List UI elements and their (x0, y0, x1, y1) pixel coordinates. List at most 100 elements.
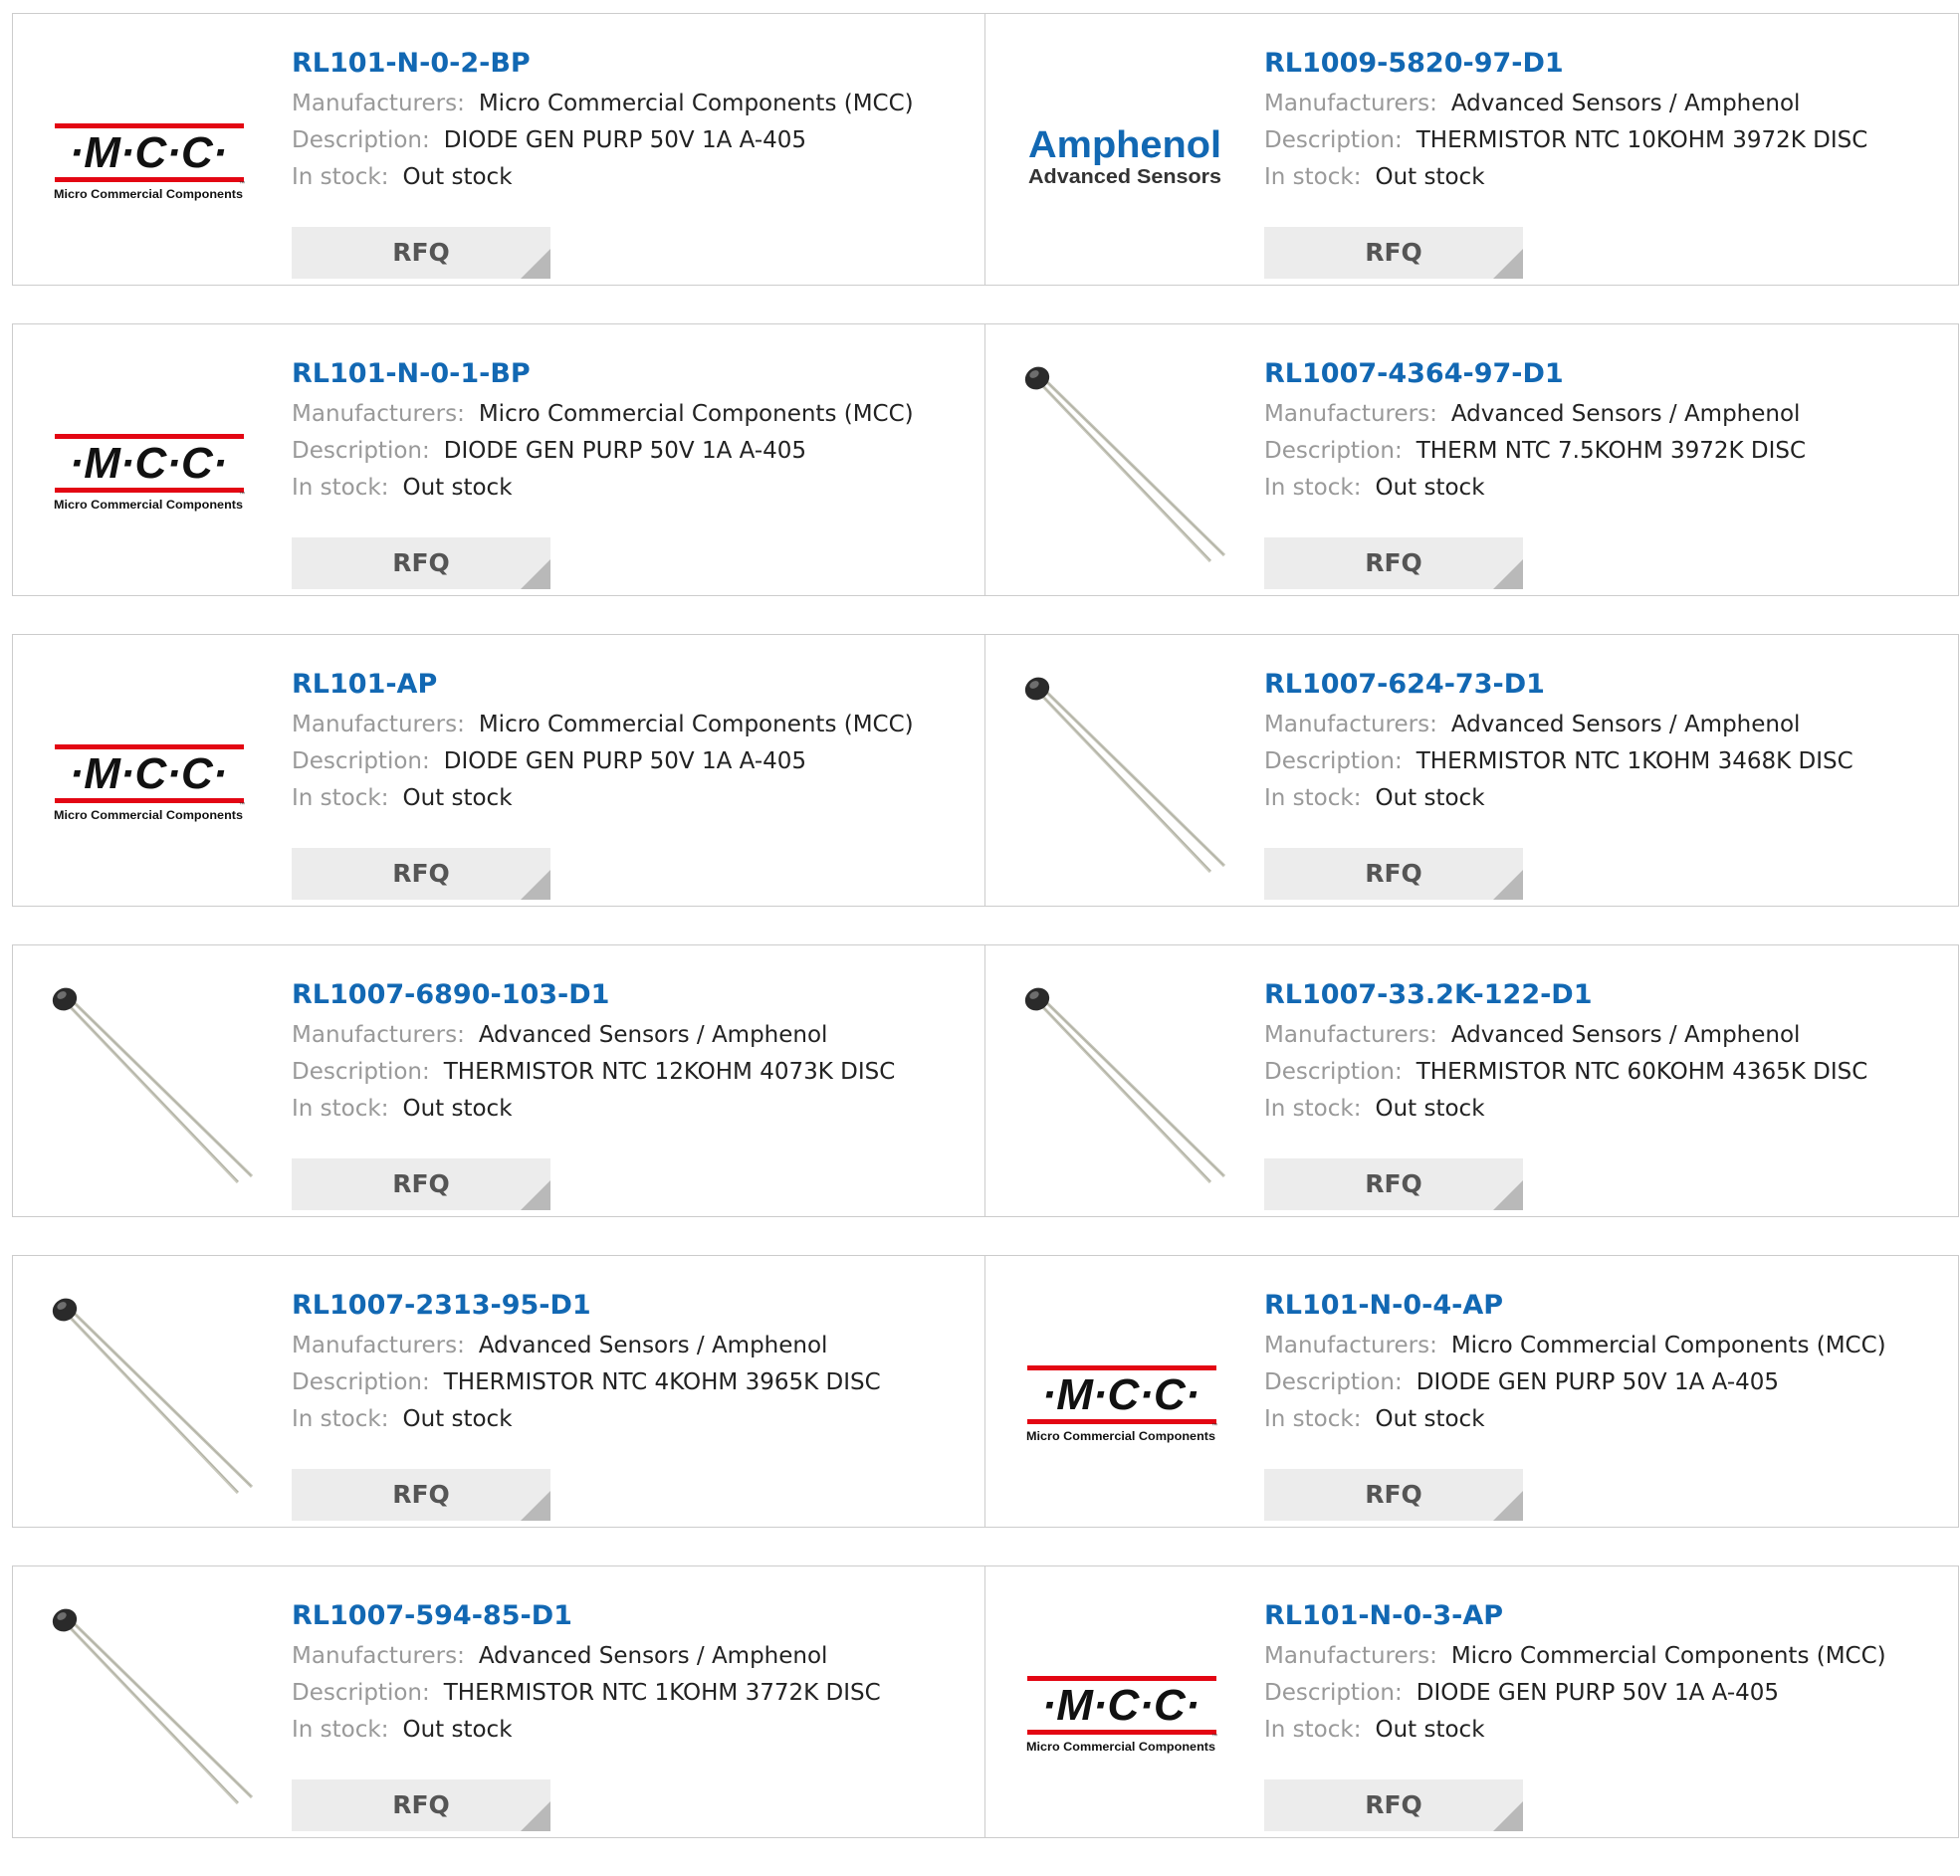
manufacturer-label: Manufacturers: (1264, 1643, 1437, 1669)
svg-text:·M·C·C·: ·M·C·C· (70, 749, 228, 798)
corner-triangle-icon (521, 249, 550, 279)
stock-status: In stock: Out stock (1264, 159, 1938, 196)
description: Description: THERMISTOR NTC 10KOHM 3972K … (1264, 122, 1938, 159)
stock-status: In stock: Out stock (292, 780, 965, 817)
rfq-button-label: RFQ (1365, 1169, 1422, 1198)
rfq-button[interactable]: RFQ (292, 1469, 550, 1521)
manufacturer-value: Advanced Sensors / Amphenol (1450, 712, 1801, 737)
rfq-button[interactable]: RFQ (292, 227, 550, 279)
part-number-link[interactable]: RL101-AP (292, 663, 965, 707)
rfq-button[interactable]: RFQ (292, 537, 550, 589)
part-number-link[interactable]: RL1007-594-85-D1 (292, 1594, 965, 1638)
description: Description: THERMISTOR NTC 4KOHM 3965K D… (292, 1364, 965, 1401)
stock-status-value: Out stock (402, 785, 513, 811)
product-image[interactable] (51, 985, 254, 1188)
manufacturer-value: Micro Commercial Components (MCC) (478, 91, 914, 116)
manufacturer-value: Advanced Sensors / Amphenol (478, 1333, 828, 1358)
corner-triangle-icon (1493, 1491, 1523, 1521)
product-info: RL1007-6890-103-D1 Manufacturers: Advanced… (292, 973, 965, 1210)
rfq-button[interactable]: RFQ (1264, 1779, 1523, 1831)
part-number-link[interactable]: RL1007-6890-103-D1 (292, 973, 965, 1017)
part-number-link[interactable]: RL1007-2313-95-D1 (292, 1284, 965, 1328)
product-card: RL1007-624-73-D1 Manufacturers: Advanced S… (985, 634, 1959, 907)
rfq-button[interactable]: RFQ (292, 848, 550, 900)
description-label: Description: (292, 1369, 430, 1395)
stock-status-label: In stock: (1264, 164, 1362, 190)
corner-triangle-icon (1493, 249, 1523, 279)
description-value: DIODE GEN PURP 50V 1A A-405 (1416, 1369, 1780, 1395)
description-label: Description: (1264, 438, 1403, 464)
mcc-logo-icon: ·M·C·C· ™ Micro Commercial Components (54, 434, 245, 512)
stock-status: In stock: Out stock (1264, 780, 1938, 817)
product-image[interactable]: ·M·C·C· ™ Micro Commercial Components (1023, 1296, 1226, 1499)
product-row: ·M·C·C· ™ Micro Commercial Components RL… (12, 634, 1960, 907)
product-image[interactable]: ·M·C·C· ™ Micro Commercial Components (51, 675, 254, 878)
part-number-link[interactable]: RL101-N-0-3-AP (1264, 1594, 1938, 1638)
description-value: THERMISTOR NTC 1KOHM 3468K DISC (1416, 748, 1853, 774)
description-label: Description: (292, 748, 430, 774)
description: Description: THERMISTOR NTC 12KOHM 4073K … (292, 1054, 965, 1091)
rfq-button-label: RFQ (1365, 238, 1422, 267)
product-card: RL1007-594-85-D1 Manufacturers: Advanced S… (12, 1565, 985, 1838)
stock-status: In stock: Out stock (1264, 1091, 1938, 1128)
product-image[interactable] (51, 1296, 254, 1499)
description: Description: THERMISTOR NTC 1KOHM 3772K D… (292, 1675, 965, 1712)
part-number-link[interactable]: RL1007-4364-97-D1 (1264, 352, 1938, 396)
product-image[interactable] (1023, 364, 1226, 567)
part-number-link[interactable]: RL1007-624-73-D1 (1264, 663, 1938, 707)
rfq-button[interactable]: RFQ (1264, 848, 1523, 900)
stock-status-label: In stock: (1264, 475, 1362, 501)
stock-status-value: Out stock (402, 164, 513, 190)
product-image[interactable] (51, 1606, 254, 1809)
rfq-button[interactable]: RFQ (292, 1779, 550, 1831)
rfq-button[interactable]: RFQ (1264, 537, 1523, 589)
rfq-button-label: RFQ (1365, 1790, 1422, 1819)
corner-triangle-icon (521, 1801, 550, 1831)
description: Description: DIODE GEN PURP 50V 1A A-405 (292, 122, 965, 159)
product-image[interactable] (1023, 675, 1226, 878)
rfq-button-label: RFQ (1365, 548, 1422, 577)
rfq-button[interactable]: RFQ (1264, 227, 1523, 279)
part-number-link[interactable]: RL101-N-0-2-BP (292, 42, 965, 86)
manufacturer: Manufacturers: Micro Commercial Component… (292, 86, 965, 122)
product-card: RL1007-2313-95-D1 Manufacturers: Advanced … (12, 1255, 985, 1528)
svg-text:·M·C·C·: ·M·C·C· (70, 128, 228, 177)
stock-status: In stock: Out stock (1264, 470, 1938, 507)
svg-text:Micro Commercial Components: Micro Commercial Components (1026, 1429, 1215, 1443)
stock-status-label: In stock: (1264, 1717, 1362, 1743)
description-label: Description: (1264, 1059, 1403, 1085)
stock-status-label: In stock: (292, 475, 389, 501)
mcc-logo-icon: ·M·C·C· ™ Micro Commercial Components (1026, 1676, 1217, 1754)
product-image[interactable]: ·M·C·C· ™ Micro Commercial Components (51, 364, 254, 567)
stock-status-label: In stock: (292, 164, 389, 190)
description: Description: DIODE GEN PURP 50V 1A A-405 (292, 433, 965, 470)
product-image[interactable]: Amphenol Advanced Sensors (1023, 54, 1226, 257)
product-row: RL1007-2313-95-D1 Manufacturers: Advanced … (12, 1255, 1960, 1528)
rfq-button[interactable]: RFQ (292, 1158, 550, 1210)
part-number-link[interactable]: RL101-N-0-1-BP (292, 352, 965, 396)
stock-status-label: In stock: (292, 785, 389, 811)
rfq-button[interactable]: RFQ (1264, 1158, 1523, 1210)
stock-status-label: In stock: (292, 1096, 389, 1122)
product-image[interactable] (1023, 985, 1226, 1188)
product-info: RL1009-5820-97-D1 Manufacturers: Advanced … (1264, 42, 1938, 279)
part-number-link[interactable]: RL1009-5820-97-D1 (1264, 42, 1938, 86)
manufacturer-label: Manufacturers: (292, 712, 465, 737)
svg-text:Micro Commercial Components: Micro Commercial Components (54, 498, 243, 512)
stock-status-value: Out stock (1375, 785, 1485, 811)
product-info: RL1007-594-85-D1 Manufacturers: Advanced S… (292, 1594, 965, 1831)
rfq-button-label: RFQ (392, 1480, 450, 1509)
product-image[interactable]: ·M·C·C· ™ Micro Commercial Components (51, 54, 254, 257)
part-number-link[interactable]: RL1007-33.2K-122-D1 (1264, 973, 1938, 1017)
description-value: THERMISTOR NTC 4KOHM 3965K DISC (443, 1369, 881, 1395)
product-image[interactable]: ·M·C·C· ™ Micro Commercial Components (1023, 1606, 1226, 1809)
part-number-link[interactable]: RL101-N-0-4-AP (1264, 1284, 1938, 1328)
manufacturer: Manufacturers: Micro Commercial Component… (292, 396, 965, 433)
description-label: Description: (292, 1680, 430, 1706)
rfq-button[interactable]: RFQ (1264, 1469, 1523, 1521)
manufacturer-label: Manufacturers: (292, 1022, 465, 1048)
product-info: RL1007-4364-97-D1 Manufacturers: Advanced … (1264, 352, 1938, 589)
manufacturer-label: Manufacturers: (1264, 712, 1437, 737)
corner-triangle-icon (521, 870, 550, 900)
manufacturer-value: Advanced Sensors / Amphenol (478, 1022, 828, 1048)
